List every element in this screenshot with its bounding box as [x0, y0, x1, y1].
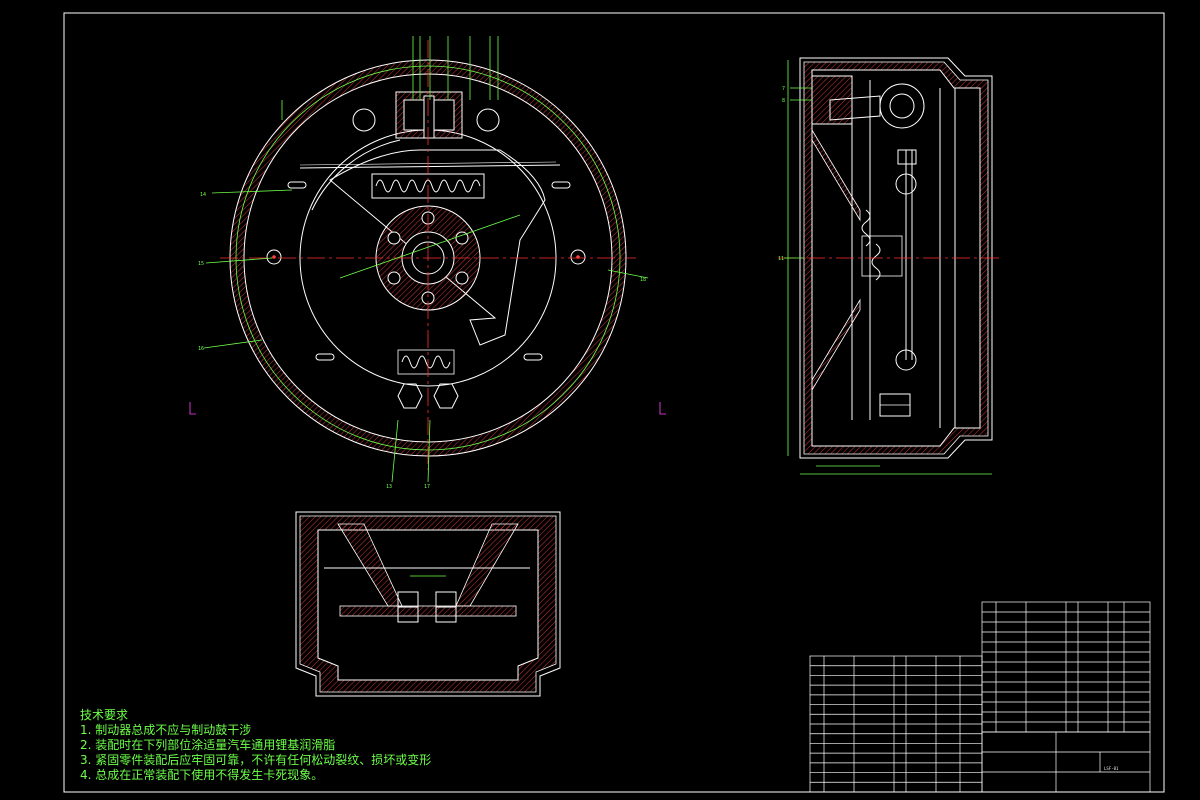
notes-title: 技术要求 — [80, 708, 129, 722]
technical-notes: 技术要求 1. 制动器总成不应与制动鼓干涉 2. 装配时在下列部位涂适量汽车通用… — [80, 708, 431, 783]
label-16: 16 — [198, 346, 204, 352]
note-item-1: 1. 制动器总成不应与制动鼓干涉 — [80, 723, 252, 737]
drawing-frame — [63, 12, 1165, 793]
side-section-view: 7 8 11 — [778, 57, 1000, 475]
label-8: 8 — [782, 98, 785, 104]
label-13: 13 — [386, 484, 392, 490]
label-18: 18 — [640, 277, 646, 283]
label-17: 17 — [424, 484, 430, 490]
label-15: 15 — [198, 261, 204, 267]
label-14: 14 — [200, 192, 206, 198]
label-7: 7 — [782, 86, 785, 92]
note-item-4: 4. 总成在正常装配下使用不得发生卡死现象。 — [80, 768, 324, 782]
front-view: 14 15 16 18 13 17 — [189, 36, 666, 490]
note-item-3: 3. 紧固零件装配后应牢固可靠，不许有任何松动裂纹、损坏或变形 — [80, 753, 432, 767]
bottom-section-view — [295, 511, 561, 697]
cad-drawing: 14 15 16 18 13 17 7 8 11 LSF-01 — [63, 12, 1165, 793]
label-11: 11 — [778, 256, 784, 262]
title-block — [809, 601, 1151, 793]
drawing-number: LSF-01 — [1104, 766, 1119, 771]
note-item-2: 2. 装配时在下列部位涂适量汽车通用锂基润滑脂 — [80, 738, 336, 752]
